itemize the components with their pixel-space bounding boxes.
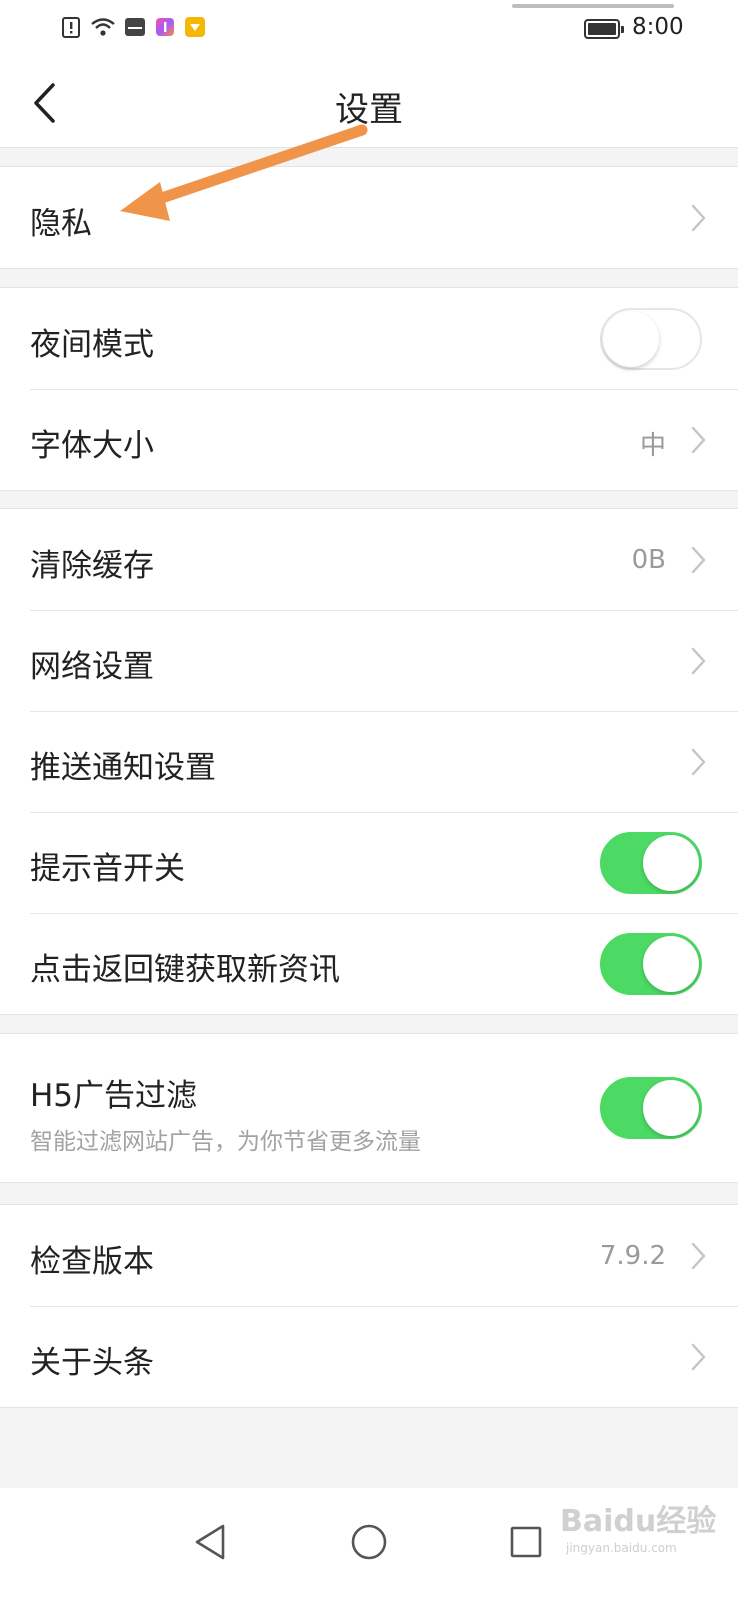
- battery-full-icon: [584, 19, 624, 39]
- setting-network[interactable]: 网络设置: [0, 610, 738, 711]
- setting-about[interactable]: 关于头条: [0, 1306, 738, 1407]
- setting-label: 检查版本: [30, 1244, 154, 1280]
- settings-group-general: 清除缓存 0B 网络设置 推送通知设置 提示音开关 点击返回键获取新资讯: [0, 508, 738, 1015]
- setting-back-refresh[interactable]: 点击返回键获取新资讯: [0, 913, 738, 1014]
- setting-label: 字体大小: [30, 428, 154, 464]
- status-icons: [60, 16, 206, 38]
- setting-label: 关于头条: [30, 1345, 154, 1381]
- nav-home-button[interactable]: [339, 1512, 399, 1572]
- chevron-right-icon: [691, 546, 706, 574]
- recents-square-icon: [510, 1526, 542, 1558]
- back-triangle-icon: [195, 1524, 225, 1560]
- page-title: 设置: [335, 90, 403, 130]
- setting-clear-cache[interactable]: 清除缓存 0B: [0, 509, 738, 610]
- setting-value: 0B: [631, 545, 666, 575]
- setting-label: 推送通知设置: [30, 750, 216, 786]
- home-circle-icon: [351, 1524, 387, 1560]
- setting-label: 网络设置: [30, 649, 154, 685]
- setting-label: 点击返回键获取新资讯: [30, 952, 340, 988]
- setting-value: 中: [639, 431, 666, 461]
- watermark-sub: jingyan.baidu.com: [566, 1541, 677, 1555]
- back-refresh-toggle[interactable]: [600, 933, 702, 995]
- status-bar-handle: [512, 4, 674, 8]
- chevron-right-icon: [691, 204, 706, 232]
- setting-label: 清除缓存: [30, 548, 154, 584]
- setting-h5-ad-filter[interactable]: H5广告过滤 智能过滤网站广告，为你节省更多流量: [0, 1034, 738, 1182]
- toggle-knob: [603, 311, 659, 367]
- watermark: Baidu经验: [560, 1504, 717, 1539]
- setting-night-mode[interactable]: 夜间模式: [0, 288, 738, 389]
- chevron-right-icon: [691, 1242, 706, 1270]
- setting-label: 夜间模式: [30, 327, 154, 363]
- night-mode-toggle[interactable]: [600, 308, 702, 370]
- toggle-knob: [643, 1080, 699, 1136]
- setting-label: 隐私: [30, 206, 92, 242]
- setting-label: 提示音开关: [30, 851, 185, 887]
- yellow-app-icon: [185, 17, 205, 37]
- chevron-right-icon: [691, 748, 706, 776]
- header: 设置: [0, 58, 738, 148]
- toggle-knob: [643, 936, 699, 992]
- setting-check-version[interactable]: 检查版本 7.9.2: [0, 1205, 738, 1306]
- settings-group-display: 夜间模式 字体大小 中: [0, 287, 738, 491]
- toggle-knob: [643, 835, 699, 891]
- status-time: 8:00: [632, 14, 684, 40]
- nav-recents-button[interactable]: [496, 1512, 556, 1572]
- alert-sim-icon: [62, 17, 80, 38]
- settings-group-privacy: 隐私: [0, 166, 738, 269]
- setting-privacy[interactable]: 隐私: [0, 167, 738, 268]
- chevron-right-icon: [691, 426, 706, 454]
- chevron-right-icon: [691, 1343, 706, 1371]
- settings-group-ads: H5广告过滤 智能过滤网站广告，为你节省更多流量: [0, 1033, 738, 1183]
- setting-sound[interactable]: 提示音开关: [0, 812, 738, 913]
- wifi-icon: [91, 18, 115, 36]
- ad-filter-toggle[interactable]: [600, 1077, 702, 1139]
- colorful-app-icon: [156, 18, 174, 36]
- chevron-right-icon: [691, 647, 706, 675]
- settings-group-about: 检查版本 7.9.2 关于头条: [0, 1204, 738, 1408]
- status-bar: 8:00: [0, 0, 738, 58]
- nav-back-button[interactable]: [180, 1512, 240, 1572]
- setting-push-notifications[interactable]: 推送通知设置: [0, 711, 738, 812]
- setting-value: 7.9.2: [599, 1241, 666, 1271]
- setting-font-size[interactable]: 字体大小 中: [0, 389, 738, 490]
- setting-description: 智能过滤网站广告，为你节省更多流量: [30, 1129, 421, 1155]
- setting-label: H5广告过滤: [30, 1078, 198, 1114]
- huawei-app-icon: [125, 18, 145, 36]
- sound-toggle[interactable]: [600, 832, 702, 894]
